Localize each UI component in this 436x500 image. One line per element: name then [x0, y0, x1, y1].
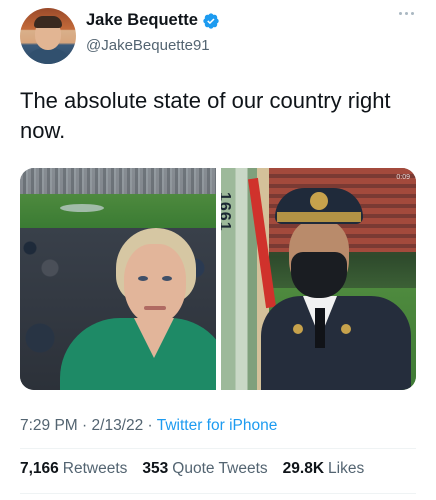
tweet-metadata: 7:29 PM · 2/13/22 · Twitter for iPhone [20, 417, 277, 435]
soldier-tie [315, 308, 325, 348]
author-display-name[interactable]: Jake Bequette [86, 11, 198, 30]
meta-separator: · [77, 417, 92, 434]
media-photo-left[interactable] [20, 168, 216, 390]
retweets-count: 7,166 [20, 460, 59, 477]
video-timestamp: 0:09 [396, 174, 410, 181]
person-eye-right [162, 276, 172, 281]
author-name-row[interactable]: Jake Bequette [86, 11, 220, 30]
soldier-cap-band [277, 212, 361, 222]
soldier-face-mask [291, 252, 347, 298]
author-handle[interactable]: @JakeBequette91 [86, 37, 210, 54]
likes-label: Likes [328, 460, 365, 477]
avatar-shirt [24, 48, 72, 64]
retweets-stat[interactable]: 7,166 Retweets [20, 460, 127, 478]
likes-count: 29.8K [282, 460, 325, 477]
verified-badge-icon [202, 12, 220, 30]
soldier-insignia-left [293, 324, 303, 334]
tweet-media: 1661 0:09 [20, 168, 416, 390]
divider [20, 448, 416, 449]
tweet-card: Jake Bequette @JakeBequette91 The absolu… [0, 0, 436, 500]
quote-tweets-count: 353 [142, 460, 169, 477]
likes-stat[interactable]: 29.8K Likes [283, 460, 365, 478]
soldier-insignia-right [341, 324, 351, 334]
flag-text: 1661 [221, 192, 233, 232]
person-mouth [144, 306, 166, 310]
tweet-source-link[interactable]: Twitter for iPhone [157, 417, 278, 434]
football-field [20, 194, 216, 228]
author-avatar[interactable] [20, 8, 76, 64]
more-options-icon[interactable] [399, 12, 414, 15]
quote-tweets-label: Quote Tweets [172, 460, 268, 477]
person-shirt [60, 318, 216, 390]
tweet-text: The absolute state of our country right … [20, 88, 391, 143]
quote-tweets-stat[interactable]: 353 Quote Tweets [142, 460, 267, 478]
tweet-date[interactable]: 2/13/22 [92, 417, 144, 434]
tweet-time[interactable]: 7:29 PM [20, 417, 78, 434]
stadium-stands [20, 168, 216, 194]
media-photo-right[interactable]: 1661 0:09 [221, 168, 416, 390]
avatar-hair [34, 16, 62, 28]
tweet-stats: 7,166 Retweets 353 Quote Tweets 29.8K Likes [20, 460, 364, 478]
field-logo [60, 204, 104, 212]
meta-separator: · [143, 417, 157, 434]
soldier-uniform [261, 296, 411, 390]
soldier-cap-badge [310, 192, 328, 210]
person-eye-left [138, 276, 148, 281]
divider [20, 493, 416, 494]
person-face [124, 244, 186, 324]
retweets-label: Retweets [62, 460, 128, 477]
